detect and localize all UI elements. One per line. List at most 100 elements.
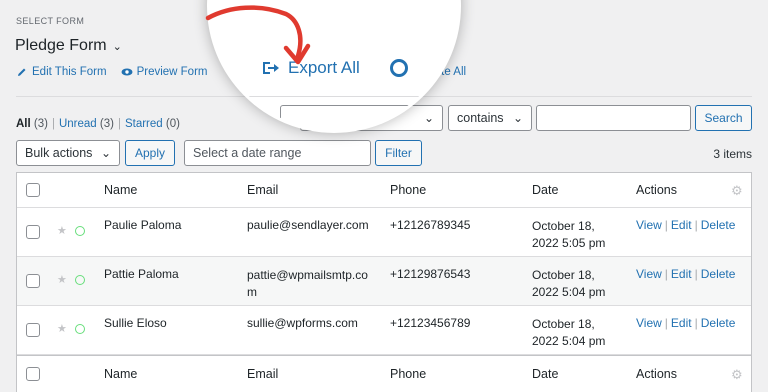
filter-starred-label: Starred — [124, 118, 163, 130]
select-all-checkbox[interactable] — [26, 367, 40, 381]
row-actions: View | Edit | Delete — [636, 316, 736, 330]
select-all-checkbox[interactable] — [26, 183, 40, 197]
row-actions: View | Edit | Delete — [636, 218, 736, 232]
column-name: Name — [104, 183, 138, 197]
annotation-arrow-icon — [205, 5, 311, 65]
items-count: 3 items — [713, 147, 752, 161]
column-date-sort[interactable]: Date — [532, 183, 558, 197]
table-header: Name Email Phone Date Actions ⚙ — [17, 173, 751, 208]
table-row: ★ Pattie Paloma pattie@wpmailsmtp.co m +1… — [17, 257, 751, 306]
status-filters: All (3) | Unread (3) | Starred (0) — [16, 118, 180, 130]
column-email: Email — [247, 183, 279, 197]
date-range-placeholder: Select a date range — [193, 146, 302, 160]
filter-all-count: (3) — [33, 118, 48, 130]
filter-starred[interactable]: Starred (0) — [125, 118, 180, 130]
select-form-label: SELECT FORM — [16, 16, 85, 26]
column-phone: Phone — [390, 183, 427, 197]
separator: | — [51, 118, 55, 130]
filter-starred-count: (0) — [165, 118, 180, 130]
edit-link[interactable]: Edit — [671, 218, 692, 232]
row-checkbox[interactable] — [26, 323, 40, 337]
date-range-input[interactable]: Select a date range — [184, 140, 371, 166]
operator-value: contains — [457, 111, 504, 125]
eye-icon — [121, 68, 133, 76]
filter-button[interactable]: Filter — [375, 140, 422, 166]
delete-link[interactable]: Delete — [701, 218, 736, 232]
entry-phone: +12123456789 — [390, 316, 471, 330]
entry-date: October 18, 2022 5:04 pm — [532, 316, 605, 350]
separator: | — [117, 118, 121, 130]
entry-email: pattie@wpmailsmtp.co m — [247, 267, 368, 301]
entry-date-line2: 2022 5:04 pm — [532, 285, 606, 299]
field-select-magnified[interactable]: ⌄ — [280, 105, 450, 130]
read-status-icon[interactable] — [75, 275, 85, 285]
pencil-icon — [18, 68, 26, 76]
star-icon[interactable]: ★ — [57, 322, 67, 335]
column-phone: Phone — [390, 367, 427, 381]
preview-form-label: Preview Form — [136, 66, 208, 78]
edit-form-label: Edit This Form — [32, 66, 107, 78]
bulk-actions-select[interactable]: Bulk actions ⌄ — [16, 140, 120, 166]
entry-phone: +12126789345 — [390, 218, 471, 232]
chevron-down-icon: ⌄ — [100, 146, 111, 160]
table-row: ★ Sullie Eloso sullie@wpforms.com +12123… — [17, 306, 751, 355]
filter-unread-label: Unread — [58, 118, 97, 130]
filter-unread[interactable]: Unread (3) — [59, 118, 114, 130]
entry-email: sullie@wpforms.com — [247, 316, 358, 330]
edit-form-link[interactable]: Edit This Form — [16, 66, 107, 78]
chevron-down-icon: ⌄ — [512, 111, 523, 125]
star-icon[interactable]: ★ — [57, 273, 67, 286]
divider — [210, 96, 458, 97]
entry-name: Pattie Paloma — [104, 267, 179, 281]
read-status-icon[interactable] — [75, 226, 85, 236]
bulk-actions-value: Bulk actions — [25, 146, 93, 160]
entry-name: Sullie Eloso — [104, 316, 167, 330]
row-checkbox[interactable] — [26, 225, 40, 239]
gear-icon[interactable]: ⚙ — [731, 367, 743, 383]
entry-name: Paulie Paloma — [104, 218, 182, 232]
column-email: Email — [247, 367, 279, 381]
column-actions: Actions — [636, 183, 677, 197]
delete-link[interactable]: Delete — [701, 267, 736, 281]
entry-email: paulie@sendlayer.com — [247, 218, 369, 232]
row-checkbox[interactable] — [26, 274, 40, 288]
form-selector[interactable]: Pledge Form ⌄ — [15, 37, 122, 55]
column-actions: Actions — [636, 367, 677, 381]
column-date-sort[interactable]: Date — [532, 367, 558, 381]
chevron-down-icon: ⌄ — [112, 40, 122, 53]
entry-date: October 18, 2022 5:04 pm — [532, 267, 605, 301]
edit-link[interactable]: Edit — [671, 267, 692, 281]
read-status-icon[interactable] — [75, 324, 85, 334]
loading-ring-icon — [390, 59, 408, 77]
star-icon[interactable]: ★ — [57, 224, 67, 237]
entry-date-line1: October 18, — [532, 219, 595, 233]
entry-phone: +12129876543 — [390, 267, 471, 281]
entry-date-line1: October 18, — [532, 268, 595, 282]
entry-email-line2: m — [247, 285, 257, 299]
operator-select[interactable]: contains ⌄ — [448, 105, 532, 131]
form-name: Pledge Form — [15, 37, 107, 54]
filter-unread-count: (3) — [99, 118, 114, 130]
column-name: Name — [104, 367, 138, 381]
delete-link[interactable]: Delete — [701, 316, 736, 330]
view-link[interactable]: View — [636, 267, 662, 281]
gear-icon[interactable]: ⚙ — [731, 183, 743, 199]
edit-link[interactable]: Edit — [671, 316, 692, 330]
row-actions: View | Edit | Delete — [636, 267, 736, 281]
entry-email-line1: pattie@wpmailsmtp.co — [247, 268, 368, 282]
table-footer: Name Email Phone Date Actions ⚙ — [17, 355, 751, 392]
search-input[interactable] — [536, 105, 691, 131]
chevron-down-icon: ⌄ — [430, 110, 441, 124]
preview-form-link[interactable]: Preview Form — [121, 66, 208, 78]
apply-button[interactable]: Apply — [125, 140, 175, 166]
entries-table: Name Email Phone Date Actions ⚙ ★ Paulie… — [16, 172, 752, 392]
entry-date-line2: 2022 5:04 pm — [532, 334, 606, 348]
table-row: ★ Paulie Paloma paulie@sendlayer.com +12… — [17, 208, 751, 257]
entry-date: October 18, 2022 5:05 pm — [532, 218, 605, 252]
entry-date-line1: October 18, — [532, 317, 595, 331]
search-button[interactable]: Search — [695, 105, 752, 131]
entry-date-line2: 2022 5:05 pm — [532, 236, 606, 250]
filter-all[interactable]: All (3) — [16, 118, 48, 130]
view-link[interactable]: View — [636, 316, 662, 330]
view-link[interactable]: View — [636, 218, 662, 232]
